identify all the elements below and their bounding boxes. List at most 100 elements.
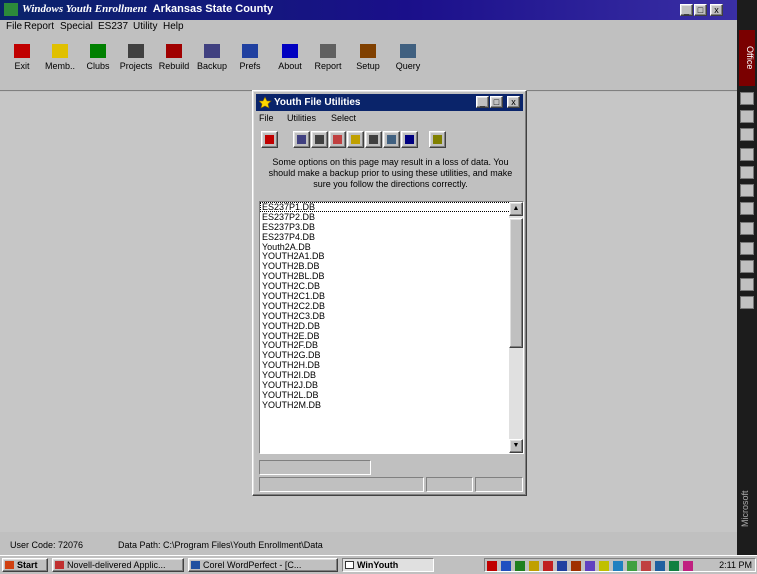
dialog-title-bar[interactable]: Youth File Utilities _ □ x <box>256 94 523 111</box>
file-list-item[interactable]: YOUTH2G.DB <box>260 350 523 360</box>
file-list-item[interactable]: ES237P3.DB <box>260 222 523 232</box>
toolbar-projects-button[interactable]: Projects <box>118 38 154 84</box>
menu-file[interactable]: File <box>6 21 22 32</box>
toolbar-memb-button[interactable]: Memb.. <box>42 38 78 84</box>
maximize-button[interactable]: □ <box>694 4 707 16</box>
tray-icon[interactable] <box>585 561 595 571</box>
shortcut-4-icon[interactable] <box>740 148 754 161</box>
file-list-item[interactable]: ES237P1.DB <box>260 202 523 212</box>
close-button[interactable]: x <box>710 4 723 16</box>
scroll-up-button[interactable]: ▲ <box>509 202 523 216</box>
toolbar-about-button[interactable]: About <box>272 38 308 84</box>
file-list-item[interactable]: YOUTH2E.DB <box>260 331 523 341</box>
tray-icon[interactable] <box>669 561 679 571</box>
swap-arrows-tool-button[interactable] <box>383 131 400 148</box>
file-list-item[interactable]: YOUTH2D.DB <box>260 321 523 331</box>
file-list-item[interactable]: YOUTH2C.DB <box>260 281 523 291</box>
dialog-close-button[interactable]: x <box>507 96 520 108</box>
dialog-field-left[interactable] <box>259 460 371 475</box>
app-icon <box>4 3 18 16</box>
menu-es237[interactable]: ES237 <box>98 21 128 32</box>
file-list-item[interactable]: Youth2A.DB <box>260 242 523 252</box>
list-properties-tool-button[interactable] <box>429 131 446 148</box>
scroll-down-button[interactable]: ▼ <box>509 439 523 453</box>
dialog-maximize-button[interactable]: □ <box>490 96 503 108</box>
menu-report[interactable]: Report <box>24 21 54 32</box>
main-title-bar[interactable]: Windows Youth Enrollment Arkansas State C… <box>0 0 737 20</box>
tray-icon[interactable] <box>627 561 637 571</box>
shortcut-10-icon[interactable] <box>740 260 754 273</box>
start-button[interactable]: Start <box>2 558 48 572</box>
file-list[interactable]: ES237P1.DB ES237P2.DB ES237P3.DB ES237P4.DB… <box>259 201 524 454</box>
tray-icon[interactable] <box>543 561 553 571</box>
file-list-item[interactable]: YOUTH2C3.DB <box>260 311 523 321</box>
shortcut-1-icon[interactable] <box>740 92 754 105</box>
toolbar-backup-button[interactable]: Backup <box>194 38 230 84</box>
tray-icon[interactable] <box>683 561 693 571</box>
task-wordperfect[interactable]: Corel WordPerfect - [C... <box>188 558 338 572</box>
shortcut-9-icon[interactable] <box>740 242 754 255</box>
file-list-item[interactable]: YOUTH2F.DB <box>260 340 523 351</box>
file-list-item[interactable]: YOUTH2BL.DB <box>260 271 523 281</box>
dialog-menu-file[interactable]: File <box>259 113 274 123</box>
file-list-item[interactable]: YOUTH2C1.DB <box>260 291 523 301</box>
abc-spell-tool-button[interactable] <box>401 131 418 148</box>
toolbar-exit-button[interactable]: Exit <box>4 38 40 84</box>
tray-icon[interactable] <box>529 561 539 571</box>
file-list-item[interactable]: YOUTH2C2.DB <box>260 301 523 311</box>
file-list-item[interactable]: YOUTH2H.DB <box>260 360 523 370</box>
file-list-item[interactable]: ES237P2.DB <box>260 212 523 222</box>
tray-icon[interactable] <box>655 561 665 571</box>
toolbar-clubs-button[interactable]: Clubs <box>80 38 116 84</box>
file-list-item[interactable]: YOUTH2M.DB <box>260 400 523 410</box>
toolbar-setup-button[interactable]: Setup <box>350 38 386 84</box>
tray-icon[interactable] <box>487 561 497 571</box>
file-list-item[interactable]: YOUTH2A1.DB <box>260 251 523 262</box>
toolbar-report-button[interactable]: Report <box>310 38 346 84</box>
tray-icon[interactable] <box>599 561 609 571</box>
scroll-thumb[interactable] <box>509 218 523 348</box>
exit-door-tool-button[interactable] <box>261 131 278 148</box>
tray-icon[interactable] <box>571 561 581 571</box>
move-arrow-tool-button[interactable] <box>329 131 346 148</box>
shortcut-8-icon[interactable] <box>740 222 754 235</box>
menu-utility[interactable]: Utility <box>133 21 157 32</box>
file-list-item[interactable]: YOUTH2B.DB <box>260 261 523 271</box>
tray-icon[interactable] <box>557 561 567 571</box>
shortcut-11-icon[interactable] <box>740 278 754 291</box>
menu-help[interactable]: Help <box>163 21 184 32</box>
tray-icon[interactable] <box>501 561 511 571</box>
toolbar-label: Query <box>395 61 421 71</box>
task-novell[interactable]: Novell-delivered Applic... <box>52 558 184 572</box>
toolbar-rebuild-button[interactable]: Rebuild <box>156 38 192 84</box>
check-table-tool-button[interactable] <box>365 131 382 148</box>
dialog-menu-utilities[interactable]: Utilities <box>287 113 316 123</box>
tray-icon[interactable] <box>641 561 651 571</box>
copy-tool-button[interactable] <box>293 131 310 148</box>
file-list-item[interactable]: YOUTH2J.DB <box>260 380 523 390</box>
delete-trash-tool-button[interactable] <box>311 131 328 148</box>
prefs-diamond-icon <box>242 44 258 58</box>
tray-icon[interactable] <box>613 561 623 571</box>
dialog-minimize-button[interactable]: _ <box>476 96 489 108</box>
wand-tool-button[interactable] <box>347 131 364 148</box>
minimize-button[interactable]: _ <box>680 4 693 16</box>
file-list-item[interactable]: YOUTH2L.DB <box>260 390 523 400</box>
toolbar-prefs-button[interactable]: Prefs <box>232 38 268 84</box>
file-list-item[interactable]: YOUTH2I.DB <box>260 370 523 380</box>
tray-icon[interactable] <box>515 561 525 571</box>
toolbar-query-button[interactable]: Query <box>390 38 426 84</box>
shortcut-12-icon[interactable] <box>740 296 754 309</box>
shortcut-2-icon[interactable] <box>740 110 754 123</box>
shortcut-7-icon[interactable] <box>740 202 754 215</box>
shortcut-3-icon[interactable] <box>740 128 754 141</box>
file-list-item[interactable]: ES237P4.DB <box>260 232 523 242</box>
shortcut-6-icon[interactable] <box>740 184 754 197</box>
shortcut-5-icon[interactable] <box>740 166 754 179</box>
menu-special[interactable]: Special <box>60 21 93 32</box>
toolbar-label: Exit <box>14 61 30 71</box>
task-winyouth[interactable]: WinYouth <box>342 558 434 572</box>
dialog-menu-select[interactable]: Select <box>331 113 356 123</box>
file-list-scrollbar[interactable]: ▲ ▼ <box>509 202 523 453</box>
toolbar-label: Backup <box>196 61 228 71</box>
